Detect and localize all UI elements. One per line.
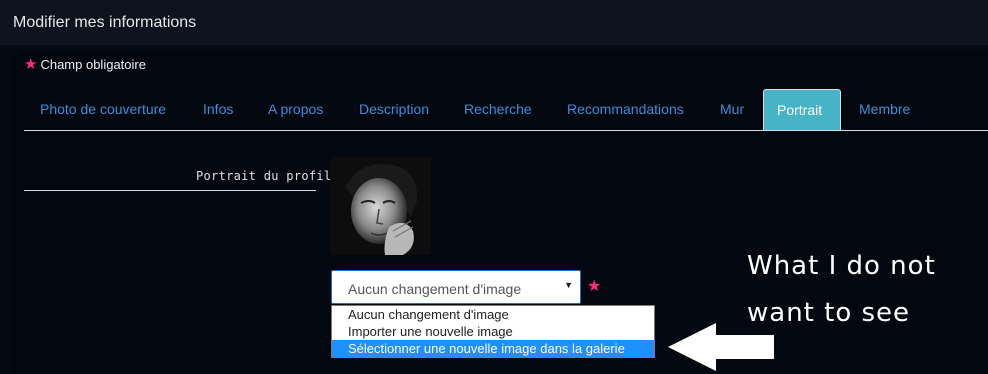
tab-recherche[interactable]: Recherche <box>464 89 532 130</box>
portrait-field-label: Portrait du profil <box>196 169 332 183</box>
portrait-select[interactable]: Aucun changement d'image ▼ <box>331 270 581 304</box>
page: Modifier mes informations ★ Champ obliga… <box>0 0 988 374</box>
option-aucun-changement[interactable]: Aucun changement d'image <box>332 306 654 323</box>
tab-bar: Photo de couverture Infos A propos Descr… <box>24 89 988 131</box>
annotation-line-1: What I do not <box>747 251 936 281</box>
required-note-label: Champ obligatoire <box>40 57 146 72</box>
tab-description[interactable]: Description <box>359 89 429 130</box>
option-importer-image[interactable]: Importer une nouvelle image <box>332 323 654 340</box>
tab-mur[interactable]: Mur <box>720 89 744 130</box>
tab-portrait[interactable]: Portrait <box>763 89 841 130</box>
portrait-select-dropdown: Aucun changement d'image Importer une no… <box>331 305 655 358</box>
tab-membre[interactable]: Membre <box>859 89 910 130</box>
tab-recommandations[interactable]: Recommandations <box>567 89 684 130</box>
page-title: Modifier mes informations <box>13 14 197 31</box>
option-selectionner-galerie[interactable]: Sélectionner une nouvelle image dans la … <box>332 340 654 357</box>
tab-a-propos[interactable]: A propos <box>268 89 323 130</box>
star-icon: ★ <box>24 56 38 73</box>
tab-infos[interactable]: Infos <box>203 89 233 130</box>
header-bar: Modifier mes informations <box>0 0 988 45</box>
tab-photo-de-couverture[interactable]: Photo de couverture <box>40 89 166 130</box>
required-note: ★ Champ obligatoire <box>24 57 146 72</box>
star-icon: ★ <box>587 278 602 295</box>
arrow-left-icon <box>666 321 776 374</box>
portrait-photo <box>331 157 431 255</box>
caret-down-icon: ▼ <box>564 280 573 290</box>
portrait-select-value: Aucun changement d'image <box>348 281 522 297</box>
label-divider <box>24 190 316 191</box>
profile-portrait-image <box>331 157 431 255</box>
